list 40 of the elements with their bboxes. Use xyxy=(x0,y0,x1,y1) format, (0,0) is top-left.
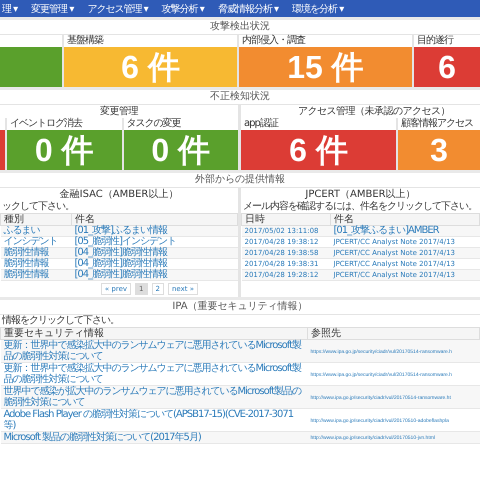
count-value: 0 件 xyxy=(34,132,94,168)
column-header[interactable]: 種別 xyxy=(0,214,72,226)
count-value: 6 件 xyxy=(289,132,348,168)
table-link[interactable]: [05_脆弱性]インシデント xyxy=(74,236,176,247)
nav-menu-item[interactable]: 理 ▾ xyxy=(2,2,18,16)
card-label: app認証 xyxy=(244,118,278,129)
table-link[interactable]: [04_脆弱性]脆弱性情報 xyxy=(74,258,168,269)
instruction-text: ックして下さい。 xyxy=(1,201,74,213)
nav-menu-item[interactable]: 環境を分析 ▾ xyxy=(292,2,344,16)
count-value: 6 xyxy=(438,49,456,85)
card-label: 目的遂行 xyxy=(417,35,453,46)
nav-menu-item[interactable]: アクセス管理 ▾ xyxy=(87,2,148,16)
table-link[interactable]: 脆弱性情報 xyxy=(4,258,48,269)
card-label: 基盤構築 xyxy=(67,35,103,46)
group-title: アクセス管理（未承認のアクセス） xyxy=(298,106,450,117)
count-value: 15 件 xyxy=(287,49,364,85)
card-label: 内部侵入・調査 xyxy=(242,35,305,46)
nav-menu-item[interactable]: 攻撃分析 ▾ xyxy=(162,2,204,16)
count-value: 0 件 xyxy=(151,132,210,168)
column-header[interactable]: 参照先 xyxy=(308,328,480,340)
column-header[interactable]: 日時 xyxy=(242,214,330,226)
panel-title: 金融ISAC（AMBER以上） xyxy=(60,189,178,200)
card-label: イベントログ消去 xyxy=(10,118,82,129)
group-title: 変更管理 xyxy=(100,106,138,117)
count-value: 6 件 xyxy=(121,49,180,85)
table-link[interactable]: インシデント xyxy=(4,236,58,247)
count-value: 3 xyxy=(430,132,448,168)
section-title: IPA（重要セキュリティ情報） xyxy=(0,300,480,315)
nav-menu-item[interactable]: 変更管理 ▾ xyxy=(31,2,74,16)
column-header[interactable]: 件名 xyxy=(330,214,480,226)
column-header[interactable]: 重要セキュリティ情報 xyxy=(0,328,308,340)
instruction-text: メール内容を確認するには、件名をクリックして下さい。 xyxy=(242,201,477,213)
card-label: タスクの変更 xyxy=(126,118,180,129)
table-link[interactable]: Adobe Flash Player の脆弱性対策について(APSB17-15)(CVE-2017-3071等) xyxy=(4,409,304,431)
card-label: 顧客情報アクセス xyxy=(401,118,473,129)
panel-title: JPCERT（AMBER以上） xyxy=(305,189,416,200)
table-link[interactable]: 更新：世界中で感染拡大中のランサムウェアに悪用されているMicrosoft製品の脆弱性対策について xyxy=(4,363,304,385)
column-header[interactable]: 件名 xyxy=(72,214,238,226)
instruction-text: 情報をクリックして下さい。 xyxy=(0,315,119,327)
nav-menu-item[interactable]: 脅威情報分析 ▾ xyxy=(218,2,278,16)
